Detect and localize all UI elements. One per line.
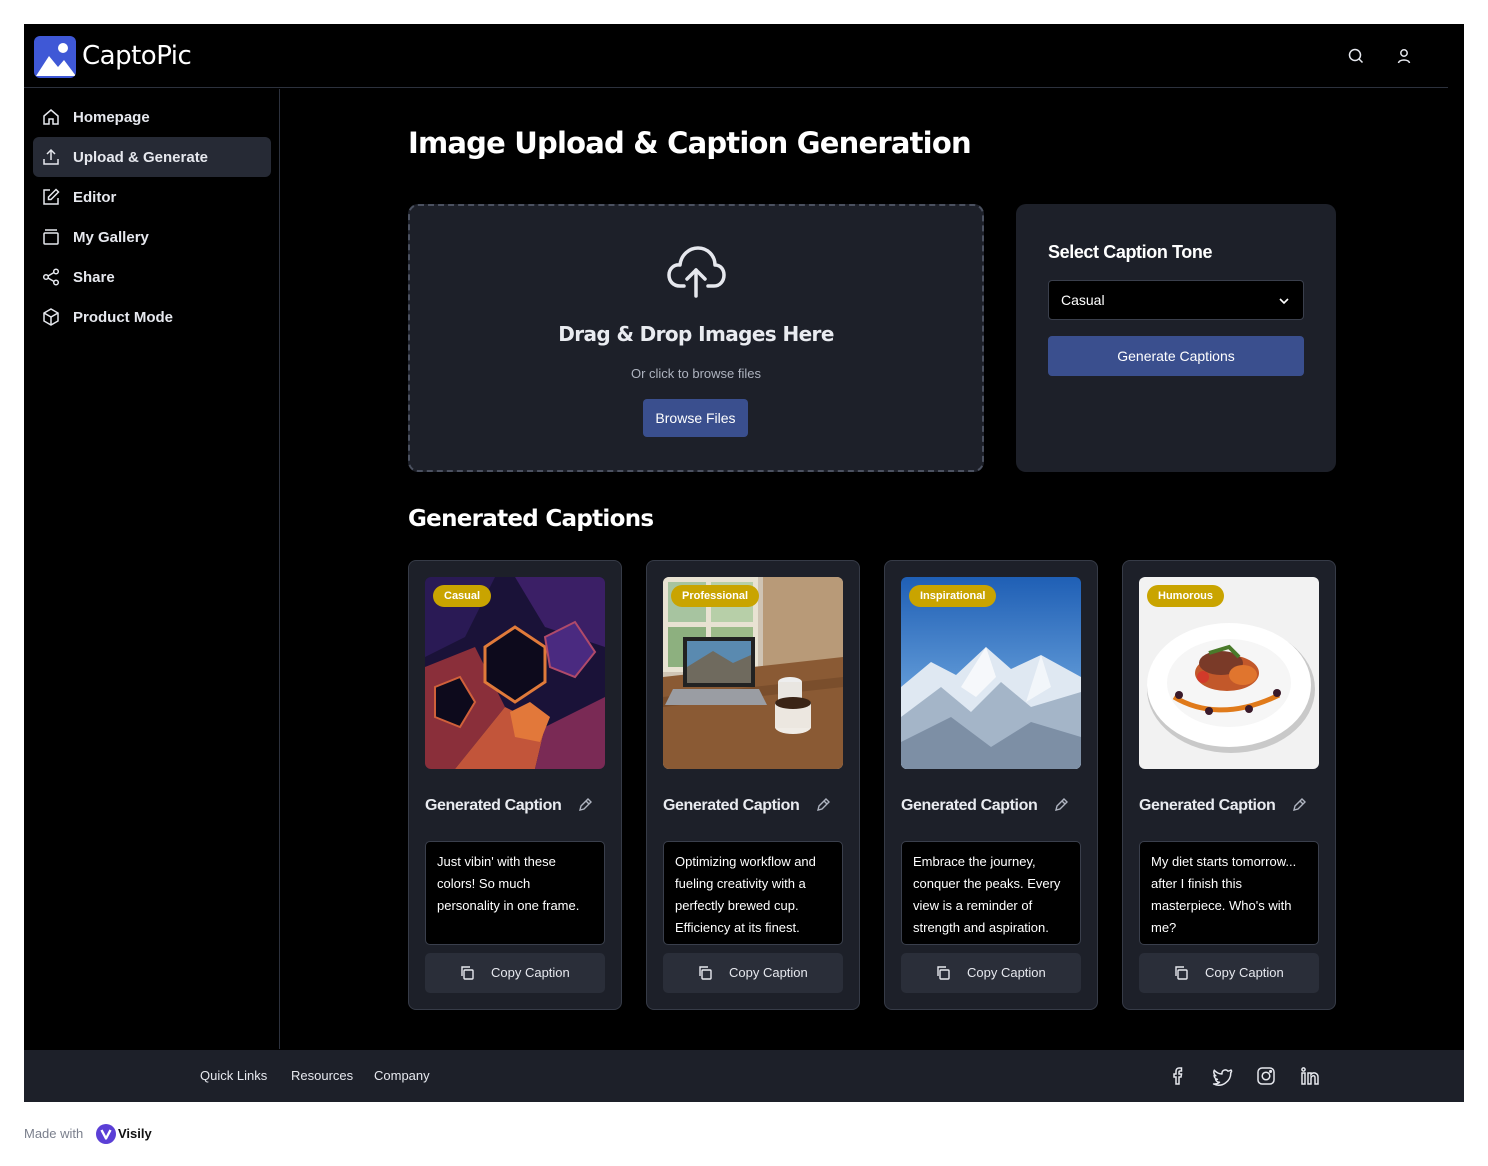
footer-link-company[interactable]: Company xyxy=(374,1068,430,1083)
cloud-upload-icon xyxy=(666,242,726,307)
app-logo-icon[interactable] xyxy=(34,36,76,78)
home-icon xyxy=(43,109,59,125)
caption-card: Casual Generated Caption Just vibin' wit… xyxy=(408,560,622,1010)
facebook-icon[interactable] xyxy=(1168,1065,1190,1092)
tone-badge: Casual xyxy=(433,585,492,607)
sidebar-item-share[interactable]: Share xyxy=(33,257,271,297)
upload-icon xyxy=(43,148,59,165)
sidebar-item-label: Product Mode xyxy=(73,308,173,326)
header-divider xyxy=(24,87,1448,88)
instagram-icon[interactable] xyxy=(1255,1065,1277,1092)
copy-caption-label: Copy Caption xyxy=(967,965,1046,980)
gallery-icon xyxy=(43,229,59,245)
copy-icon xyxy=(699,966,712,980)
copy-icon xyxy=(461,966,474,980)
sidebar-item-my-gallery[interactable]: My Gallery xyxy=(33,217,271,257)
user-icon[interactable] xyxy=(1394,46,1414,66)
edit-icon xyxy=(43,188,60,205)
copy-caption-button[interactable]: Copy Caption xyxy=(1139,953,1319,993)
app-name[interactable]: CaptoPic xyxy=(82,41,192,71)
sidebar-item-label: Homepage xyxy=(73,108,150,126)
visily-brand-label: Visily xyxy=(118,1126,152,1141)
copy-caption-label: Copy Caption xyxy=(1205,965,1284,980)
caption-text: Just vibin' with these colors! So much p… xyxy=(425,841,605,945)
edit-caption-icon[interactable] xyxy=(815,797,831,818)
sidebar-item-product-mode[interactable]: Product Mode xyxy=(33,297,271,337)
caption-tone-panel: Select Caption Tone Casual Generate Capt… xyxy=(1016,204,1336,472)
sidebar-item-label: Share xyxy=(73,268,115,286)
search-icon[interactable] xyxy=(1346,46,1366,66)
caption-text: Embrace the journey, conquer the peaks. … xyxy=(901,841,1081,945)
chevron-down-icon xyxy=(1279,298,1289,305)
caption-image: Casual xyxy=(425,577,605,769)
caption-text: My diet starts tomorrow... after I finis… xyxy=(1139,841,1319,945)
copy-icon xyxy=(937,966,950,980)
edit-caption-icon[interactable] xyxy=(1291,797,1307,818)
dropzone-title: Drag & Drop Images Here xyxy=(558,322,834,346)
footer-link-quick-links[interactable]: Quick Links xyxy=(200,1068,267,1083)
footer: Quick Links Resources Company xyxy=(24,1050,1464,1102)
caption-title: Generated Caption xyxy=(663,797,800,814)
copy-caption-label: Copy Caption xyxy=(729,965,808,980)
caption-title: Generated Caption xyxy=(425,797,562,814)
sidebar: Homepage Upload & Generate Editor My Gal… xyxy=(24,89,280,1049)
caption-card: Professional Generated Caption Optimizin… xyxy=(646,560,860,1010)
caption-image: Humorous xyxy=(1139,577,1319,769)
sidebar-item-editor[interactable]: Editor xyxy=(33,177,271,217)
generated-captions-heading: Generated Captions xyxy=(408,506,654,532)
copy-icon xyxy=(1175,966,1188,980)
footer-link-resources[interactable]: Resources xyxy=(291,1068,353,1083)
twitter-icon[interactable] xyxy=(1211,1065,1233,1092)
sidebar-item-label: My Gallery xyxy=(73,228,149,246)
copy-caption-button[interactable]: Copy Caption xyxy=(901,953,1081,993)
tone-panel-title: Select Caption Tone xyxy=(1048,242,1213,262)
tone-badge: Professional xyxy=(671,585,760,607)
edit-caption-icon[interactable] xyxy=(1053,797,1069,818)
sidebar-item-upload-generate[interactable]: Upload & Generate xyxy=(33,137,271,177)
caption-card: Inspirational Generated Caption Embrace … xyxy=(884,560,1098,1010)
tone-select[interactable]: Casual xyxy=(1048,280,1304,320)
caption-text: Optimizing workflow and fueling creativi… xyxy=(663,841,843,945)
caption-title: Generated Caption xyxy=(901,797,1038,814)
caption-card: Humorous Generated Caption My diet start… xyxy=(1122,560,1336,1010)
visily-logo-icon xyxy=(96,1124,116,1149)
sidebar-item-label: Editor xyxy=(73,188,117,206)
caption-title: Generated Caption xyxy=(1139,797,1276,814)
caption-image: Professional xyxy=(663,577,843,769)
copy-caption-button[interactable]: Copy Caption xyxy=(425,953,605,993)
app-window: CaptoPic Homepage Upload & Generate Edit… xyxy=(24,24,1464,1102)
upload-dropzone[interactable]: Drag & Drop Images Here Or click to brow… xyxy=(408,204,984,472)
linkedin-icon[interactable] xyxy=(1299,1065,1321,1092)
sidebar-item-label: Upload & Generate xyxy=(73,148,209,166)
page-title: Image Upload & Caption Generation xyxy=(408,126,972,160)
made-with-label: Made with xyxy=(24,1126,84,1141)
tone-badge: Humorous xyxy=(1147,585,1224,607)
sidebar-item-homepage[interactable]: Homepage xyxy=(33,97,271,137)
tone-badge: Inspirational xyxy=(909,585,997,607)
dropzone-subtitle: Or click to browse files xyxy=(630,366,762,381)
generate-captions-button[interactable]: Generate Captions xyxy=(1048,336,1304,376)
box-icon xyxy=(43,308,59,326)
copy-caption-button[interactable]: Copy Caption xyxy=(663,953,843,993)
browse-files-button[interactable]: Browse Files xyxy=(643,399,748,437)
caption-image: Inspirational xyxy=(901,577,1081,769)
top-header: CaptoPic xyxy=(24,24,1464,88)
share-icon xyxy=(42,268,60,286)
tone-select-value: Casual xyxy=(1061,292,1105,308)
edit-caption-icon[interactable] xyxy=(577,797,593,818)
copy-caption-label: Copy Caption xyxy=(491,965,570,980)
